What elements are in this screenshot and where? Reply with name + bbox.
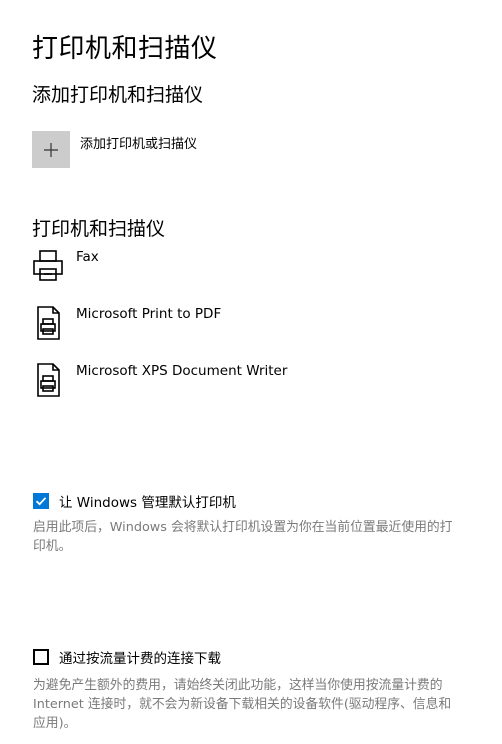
add-printer-label[interactable]: 添加打印机或扫描仪 [80, 133, 197, 152]
metered-download-label[interactable]: 通过按流量计费的连接下载 [59, 647, 221, 667]
default-printer-checkbox-row[interactable]: 让 Windows 管理默认打印机 [33, 491, 236, 511]
checkmark-icon [35, 497, 47, 506]
device-name: Microsoft Print to PDF [76, 306, 222, 322]
add-section-heading: 添加打印机和扫描仪 [32, 84, 204, 106]
device-item-print-to-pdf[interactable]: Microsoft Print to PDF [32, 305, 432, 345]
printer-doc-icon [37, 306, 60, 340]
device-name: Fax [76, 249, 99, 265]
metered-download-description: 为避免产生额外的费用，请始终关闭此功能，这样当你使用按流量计费的 Interne… [33, 678, 452, 731]
default-printer-description: 启用此项后，Windows 会将默认打印机设置为你在当前位置最近使用的打印机。 [33, 520, 453, 554]
page-title: 打印机和扫描仪 [32, 34, 218, 64]
device-item-fax[interactable]: Fax [32, 248, 332, 288]
plus-icon [44, 142, 58, 157]
printer-doc-icon [37, 363, 60, 397]
device-item-xps-writer[interactable]: Microsoft XPS Document Writer [32, 362, 432, 402]
add-printer-button[interactable] [32, 131, 70, 168]
devices-section-heading: 打印机和扫描仪 [32, 218, 166, 240]
metered-download-checkbox-row[interactable]: 通过按流量计费的连接下载 [33, 647, 221, 667]
fax-icon [33, 250, 63, 281]
device-name: Microsoft XPS Document Writer [76, 363, 288, 379]
default-printer-checkbox[interactable] [33, 493, 49, 509]
metered-download-checkbox[interactable] [33, 649, 49, 665]
default-printer-label[interactable]: 让 Windows 管理默认打印机 [59, 491, 236, 511]
